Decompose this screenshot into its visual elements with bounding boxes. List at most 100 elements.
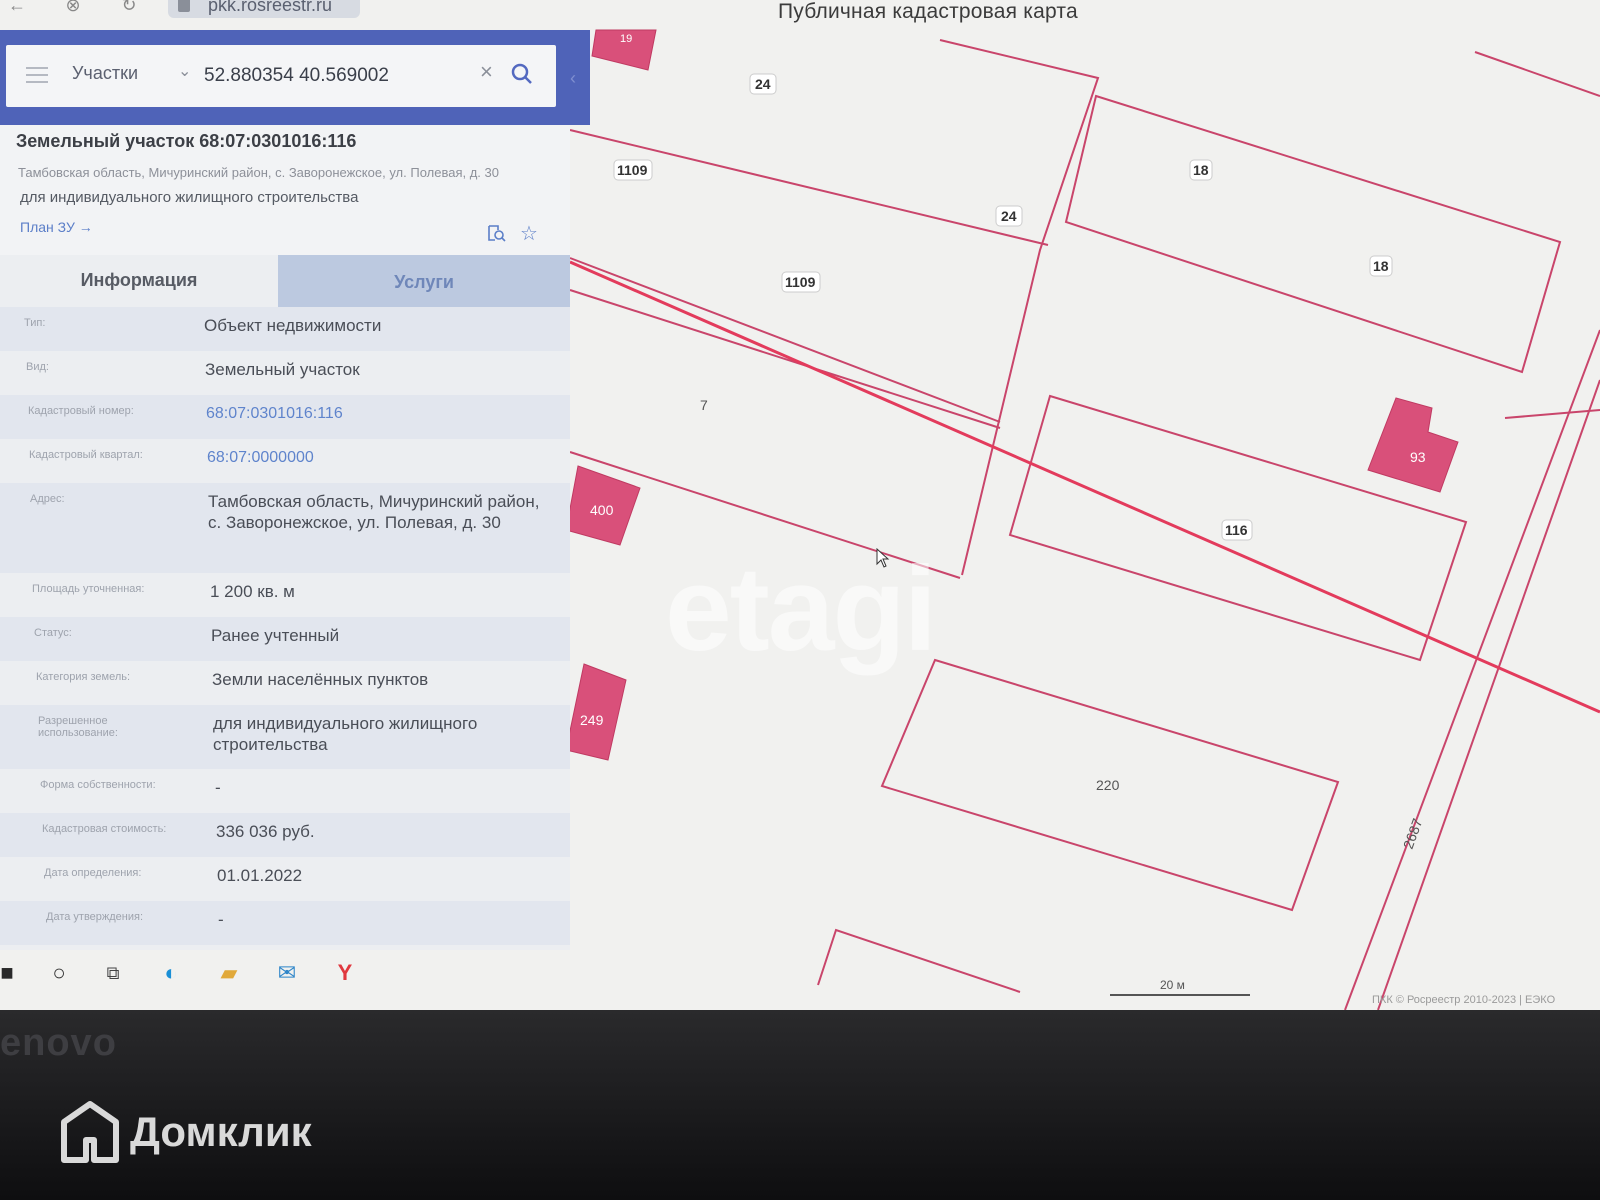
attr-key: Вид: bbox=[26, 361, 49, 373]
panel-tabs: Информация Услуги bbox=[0, 255, 570, 307]
clear-icon[interactable]: × bbox=[480, 59, 493, 85]
monitor-bezel: enovo Домклик bbox=[0, 1010, 1600, 1200]
attr-key: Форма собственности: bbox=[40, 779, 156, 791]
address-bar[interactable]: pkk.rosreestr.ru bbox=[168, 0, 360, 18]
back-icon[interactable]: ← bbox=[6, 0, 28, 16]
attr-key: Дата определения: bbox=[44, 867, 142, 879]
mail-icon[interactable]: ✉ bbox=[272, 958, 302, 988]
attr-key: Разрешенное использование: bbox=[38, 715, 118, 739]
file-explorer-icon[interactable]: ▰ bbox=[214, 958, 244, 988]
svg-text:1109: 1109 bbox=[617, 162, 648, 178]
monitor-brand: enovo bbox=[0, 1022, 117, 1064]
label-400: 400 bbox=[590, 502, 614, 518]
panel-header: Земельный участок 68:07:0301016:116 Тамб… bbox=[0, 125, 570, 255]
label-1109b: 1109 bbox=[781, 271, 821, 293]
etagi-watermark: etagi bbox=[665, 542, 937, 676]
layer-select[interactable]: Участки bbox=[72, 63, 138, 84]
attr-key: Площадь уточненная: bbox=[32, 583, 145, 595]
search-icon[interactable]: ○ bbox=[44, 958, 74, 988]
attr-key: Дата утверждения: bbox=[46, 911, 144, 923]
parcel-purpose: для индивидуального жилищного строительс… bbox=[20, 189, 359, 206]
attr-value: 01.01.2022 bbox=[217, 866, 303, 885]
edge-browser-icon[interactable]: ◐ bbox=[156, 958, 186, 988]
attr-row: Дата утверждения: - bbox=[0, 901, 570, 945]
svg-text:24: 24 bbox=[1001, 208, 1017, 224]
attr-key: Кадастровая стоимость: bbox=[42, 823, 167, 835]
attr-row: Категория земель: Земли населённых пункт… bbox=[0, 661, 570, 705]
plan-link[interactable]: План ЗУ → bbox=[20, 219, 93, 235]
svg-text:116: 116 bbox=[1225, 522, 1248, 538]
chevron-down-icon[interactable]: ⌄ bbox=[178, 61, 191, 81]
scale-line bbox=[1110, 994, 1250, 996]
attr-value: 1 200 кв. м bbox=[210, 582, 295, 601]
attr-row: Вид: Земельный участок bbox=[0, 351, 570, 395]
attr-row: Тип: Объект недвижимости bbox=[0, 307, 570, 351]
attr-row: Кадастровый номер: 68:07:0301016:116 bbox=[0, 395, 570, 439]
attr-row: Статус: Ранее учтенный bbox=[0, 617, 570, 661]
search-icon[interactable] bbox=[511, 63, 533, 85]
domclick-logo-icon bbox=[61, 1101, 119, 1163]
windows-start-icon[interactable]: ■ bbox=[0, 958, 22, 988]
attr-row: Дата определения: 01.01.2022 bbox=[0, 857, 570, 901]
label-2687: 2687 bbox=[1400, 816, 1426, 851]
search-box: Участки ⌄ × bbox=[6, 45, 556, 107]
label-7: 7 bbox=[700, 397, 708, 413]
scale-label: 20 м bbox=[1160, 978, 1185, 992]
attr-key: Кадастровый квартал: bbox=[29, 449, 143, 461]
attr-key: Адрес: bbox=[30, 493, 65, 505]
attr-row: Площадь уточненная: 1 200 кв. м bbox=[0, 573, 570, 617]
svg-text:1109: 1109 bbox=[785, 274, 816, 290]
attr-value: Ранее учтенный bbox=[211, 626, 340, 645]
attr-value: Земельный участок bbox=[205, 360, 360, 379]
reload-icon[interactable]: ↻ bbox=[118, 0, 140, 16]
info-panel: Земельный участок 68:07:0301016:116 Тамб… bbox=[0, 125, 570, 950]
svg-text:18: 18 bbox=[1193, 162, 1209, 178]
label-220: 220 bbox=[1096, 777, 1120, 793]
tab-info[interactable]: Информация bbox=[0, 255, 278, 307]
svg-text:18: 18 bbox=[1373, 258, 1389, 274]
label-93: 93 bbox=[1410, 449, 1426, 465]
attr-key: Статус: bbox=[34, 627, 72, 639]
map-copyright: ПКК © Росреестр 2010-2023 | ЕЭКО bbox=[1372, 994, 1556, 1006]
label-1109a: 1109 bbox=[613, 159, 653, 181]
map-title: Публичная кадастровая карта bbox=[778, 0, 1078, 23]
label-18b: 18 bbox=[1369, 255, 1393, 277]
mouse-cursor-icon bbox=[876, 548, 890, 568]
parcel-address: Тамбовская область, Мичуринский район, с… bbox=[18, 165, 499, 180]
label-249: 249 bbox=[580, 712, 604, 728]
attr-row: Форма собственности: - bbox=[0, 769, 570, 813]
label-18a: 18 bbox=[1189, 159, 1213, 181]
attr-value: 336 036 руб. bbox=[216, 822, 315, 841]
attr-value: - bbox=[218, 910, 224, 929]
star-icon[interactable]: ☆ bbox=[520, 221, 538, 246]
attr-key: Тип: bbox=[24, 317, 46, 329]
search-input[interactable] bbox=[204, 61, 464, 91]
attr-row: Разрешенное использование: для индивидуа… bbox=[0, 705, 570, 769]
menu-icon[interactable] bbox=[26, 67, 48, 83]
collapse-panel-icon[interactable]: ‹ bbox=[570, 68, 576, 89]
lock-icon bbox=[178, 0, 190, 12]
attr-key: Кадастровый номер: bbox=[28, 405, 134, 417]
screen: 24 1109 24 18 18 1109 116 7 400 93 249 2… bbox=[0, 0, 1600, 1010]
label-116: 116 bbox=[1221, 519, 1253, 541]
attr-row: Кадастровый квартал: 68:07:0000000 bbox=[0, 439, 570, 483]
url-text: pkk.rosreestr.ru bbox=[208, 0, 333, 15]
attr-key: Категория земель: bbox=[36, 671, 131, 683]
home-icon[interactable]: ⊗ bbox=[62, 0, 84, 16]
attr-value: для индивидуального жилищного строительс… bbox=[213, 714, 478, 754]
search-header: Участки ⌄ × ‹ bbox=[0, 30, 590, 125]
taskbar: ■ ○ ⧉ ◐ ▰ ✉ Y bbox=[0, 950, 1600, 1010]
label-19: 19 bbox=[620, 33, 632, 45]
yandex-browser-icon[interactable]: Y bbox=[330, 958, 360, 988]
attr-value: - bbox=[215, 778, 221, 797]
label-24b: 24 bbox=[995, 205, 1023, 227]
cadastral-quarter-link[interactable]: 68:07:0000000 bbox=[207, 447, 547, 468]
task-view-icon[interactable]: ⧉ bbox=[98, 958, 128, 988]
attr-value: Земли населённых пунктов bbox=[212, 670, 429, 689]
cadastral-number-link[interactable]: 68:07:0301016:116 bbox=[206, 403, 546, 424]
map-scale: 20 м bbox=[1110, 978, 1250, 1000]
tab-services[interactable]: Услуги bbox=[278, 255, 570, 307]
attr-row: Адрес: Тамбовская область, Мичуринский р… bbox=[0, 483, 570, 573]
zoom-to-parcel-icon[interactable] bbox=[486, 223, 506, 243]
browser-toolbar: ← ⊗ ↻ pkk.rosreestr.ru bbox=[0, 0, 380, 22]
